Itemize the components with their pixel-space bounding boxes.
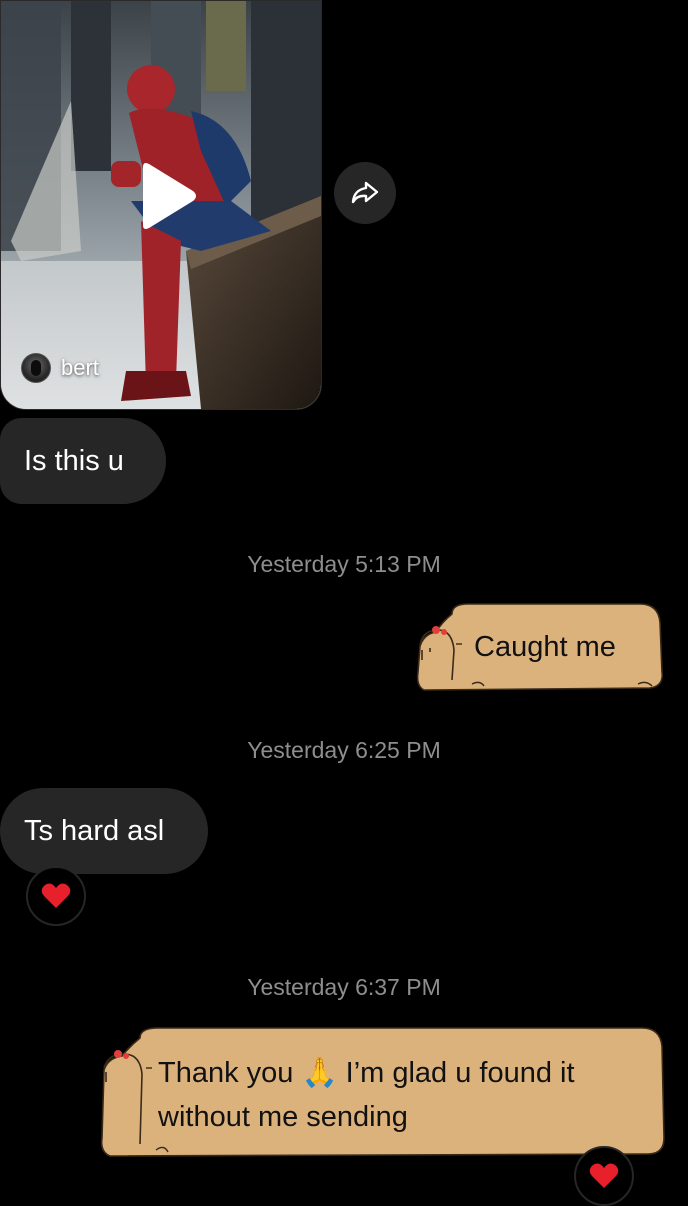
- message-text: Is this u: [24, 444, 124, 477]
- message-timestamp: Yesterday 6:25 PM: [247, 737, 441, 763]
- message-text: Ts hard asl: [24, 814, 165, 847]
- author-avatar: [21, 353, 51, 383]
- message-timestamp: Yesterday 6:37 PM: [247, 974, 441, 1000]
- message-text: Caught me: [474, 631, 616, 663]
- post-author[interactable]: bert: [21, 353, 99, 383]
- message-reaction[interactable]: ❤️: [574, 1146, 634, 1206]
- play-button[interactable]: [135, 161, 199, 231]
- play-icon: [143, 163, 196, 229]
- message-text: Thank you 🙏 I’m glad u found it without …: [158, 1057, 575, 1133]
- sent-message[interactable]: Caught me: [412, 600, 664, 694]
- heart-icon: [589, 1163, 619, 1188]
- shared-video-card[interactable]: bert: [0, 0, 322, 410]
- forward-button[interactable]: [334, 162, 396, 224]
- heart-icon: [41, 883, 71, 908]
- sent-message[interactable]: Thank you 🙏 I’m glad u found it without …: [96, 1024, 666, 1160]
- received-message[interactable]: Ts hard asl: [0, 788, 208, 874]
- message-reaction[interactable]: ❤️: [26, 866, 86, 926]
- message-timestamp: Yesterday 5:13 PM: [247, 551, 441, 577]
- author-name: bert: [61, 355, 99, 380]
- share-arrow-icon: [351, 181, 379, 204]
- received-message[interactable]: Is this u: [0, 418, 166, 504]
